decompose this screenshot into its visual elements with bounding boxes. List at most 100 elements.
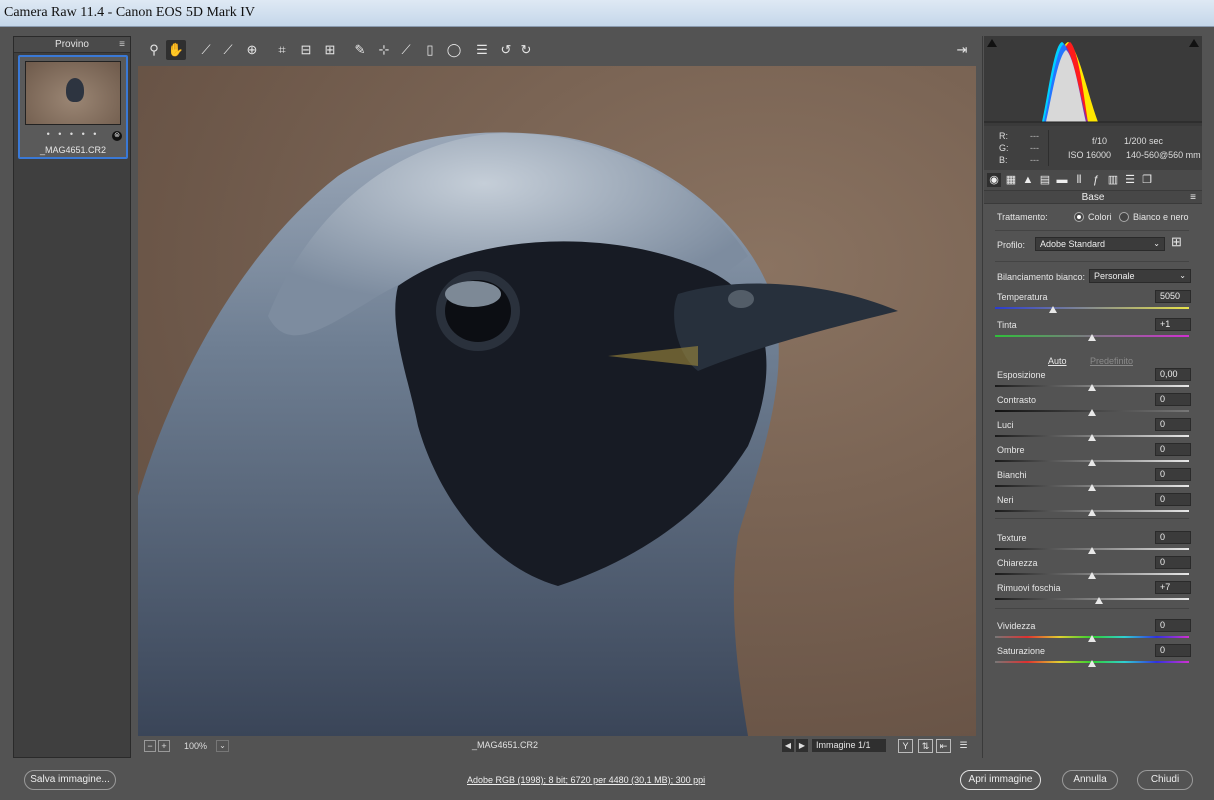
rotate-right-icon[interactable]: ↻ bbox=[516, 40, 536, 60]
copy-settings-icon[interactable]: ⇤ bbox=[936, 739, 951, 753]
thumbnail-image bbox=[25, 61, 121, 125]
close-button[interactable]: Chiudi bbox=[1137, 770, 1193, 790]
tab-effects-icon[interactable]: ƒ bbox=[1089, 173, 1103, 187]
hand-icon[interactable]: ✋ bbox=[166, 40, 186, 60]
slider-value-7[interactable]: 0 bbox=[1155, 493, 1191, 506]
wb-caret-icon: ⌄ bbox=[1179, 271, 1186, 280]
slider-knob-8[interactable] bbox=[1088, 547, 1096, 554]
slider-label-11: Vividezza bbox=[997, 621, 1036, 631]
tab-detail-icon[interactable]: ▲ bbox=[1021, 173, 1035, 187]
slider-knob-4[interactable] bbox=[1088, 434, 1096, 441]
tab-split-toning-icon[interactable]: ▬ bbox=[1055, 173, 1069, 187]
before-after-icon[interactable]: Y bbox=[898, 739, 913, 753]
image-preview[interactable] bbox=[138, 66, 976, 736]
slider-track-10[interactable] bbox=[995, 598, 1189, 600]
presets-list-icon[interactable]: ☰ bbox=[472, 40, 492, 60]
zoom-icon[interactable]: ⚲ bbox=[144, 40, 164, 60]
treatment-bw-label[interactable]: Bianco e nero bbox=[1133, 212, 1189, 222]
slider-value-12[interactable]: 0 bbox=[1155, 644, 1191, 657]
slider-knob-2[interactable] bbox=[1088, 384, 1096, 391]
color-sampler-icon[interactable]: ⟋ bbox=[218, 40, 238, 60]
open-image-button[interactable]: Apri immagine bbox=[960, 770, 1041, 790]
treatment-color-radio[interactable] bbox=[1074, 212, 1084, 222]
slider-label-10: Rimuovi foschia bbox=[997, 583, 1061, 593]
adjustments-panel: R: G: B: --- --- --- f/10 1/200 sec ISO 1… bbox=[982, 36, 1202, 758]
tab-hsl-icon[interactable]: ▤ bbox=[1038, 173, 1052, 187]
radial-filter-icon[interactable]: ◯ bbox=[444, 40, 464, 60]
lens: 140-560@560 mm bbox=[1126, 150, 1201, 160]
straighten-icon[interactable]: ⊟ bbox=[296, 40, 316, 60]
slider-value-8[interactable]: 0 bbox=[1155, 531, 1191, 544]
tab-snapshots-icon[interactable]: ❐ bbox=[1140, 173, 1154, 187]
slider-knob-3[interactable] bbox=[1088, 409, 1096, 416]
treatment-label: Trattamento: bbox=[997, 212, 1048, 222]
tab-tone-curve-icon[interactable]: ▦ bbox=[1004, 173, 1018, 187]
swap-settings-icon[interactable]: ⇅ bbox=[918, 739, 933, 753]
prev-image-icon[interactable]: ◀ bbox=[782, 739, 794, 752]
slider-value-10[interactable]: +7 bbox=[1155, 581, 1191, 594]
histogram bbox=[984, 36, 1202, 126]
zoom-out-icon[interactable]: − bbox=[144, 740, 156, 752]
section-menu-icon[interactable]: ≡ bbox=[1190, 191, 1196, 205]
slider-value-2[interactable]: 0,00 bbox=[1155, 368, 1191, 381]
cancel-button[interactable]: Annulla bbox=[1062, 770, 1118, 790]
slider-value-3[interactable]: 0 bbox=[1155, 393, 1191, 406]
profile-select[interactable]: Adobe Standard ⌄ bbox=[1035, 237, 1165, 251]
filmstrip-thumbnail[interactable]: • • • • • ⊜ _MAG4651.CR2 bbox=[18, 55, 128, 159]
export-icon[interactable]: ⇥ bbox=[952, 40, 972, 60]
profile-browser-icon[interactable]: ⊞ bbox=[1171, 235, 1182, 249]
tab-lens-icon[interactable]: ⦀ bbox=[1072, 173, 1086, 187]
graduated-filter-icon[interactable]: ▯ bbox=[420, 40, 440, 60]
rating-stars[interactable]: • • • • • bbox=[20, 129, 126, 139]
auto-link[interactable]: Auto bbox=[1048, 356, 1067, 366]
slider-knob-10[interactable] bbox=[1094, 597, 1103, 604]
tab-basic-icon[interactable]: ◉ bbox=[987, 173, 1001, 187]
wb-select[interactable]: Personale ⌄ bbox=[1089, 269, 1191, 283]
slider-label-1: Tinta bbox=[997, 320, 1017, 330]
slider-value-6[interactable]: 0 bbox=[1155, 468, 1191, 481]
tab-calibration-icon[interactable]: ▥ bbox=[1106, 173, 1120, 187]
tab-presets-icon[interactable]: ☰ bbox=[1123, 173, 1137, 187]
save-image-button[interactable]: Salva immagine... bbox=[24, 770, 116, 790]
slider-value-4[interactable]: 0 bbox=[1155, 418, 1191, 431]
zoom-in-icon[interactable]: + bbox=[158, 740, 170, 752]
zoom-dropdown-icon[interactable]: ⌄ bbox=[216, 740, 229, 752]
slider-value-1[interactable]: +1 bbox=[1155, 318, 1191, 331]
crop-icon[interactable]: ⌗ bbox=[272, 40, 292, 60]
spot-removal-icon[interactable]: ✎ bbox=[350, 40, 370, 60]
slider-knob-12[interactable] bbox=[1088, 660, 1096, 667]
treatment-bw-radio[interactable] bbox=[1119, 212, 1129, 222]
slider-knob-0[interactable] bbox=[1049, 306, 1058, 313]
slider-track-0[interactable] bbox=[995, 307, 1189, 309]
slider-knob-1[interactable] bbox=[1088, 334, 1096, 341]
target-adjust-icon[interactable]: ⊕ bbox=[242, 40, 262, 60]
next-image-icon[interactable]: ▶ bbox=[796, 739, 808, 752]
slider-value-11[interactable]: 0 bbox=[1155, 619, 1191, 632]
shutter: 1/200 sec bbox=[1124, 136, 1164, 146]
default-link[interactable]: Predefinito bbox=[1090, 356, 1133, 366]
slider-knob-5[interactable] bbox=[1088, 459, 1096, 466]
highlight-clip-icon[interactable] bbox=[1189, 39, 1199, 47]
slider-knob-9[interactable] bbox=[1088, 572, 1096, 579]
aperture: f/10 bbox=[1092, 136, 1108, 146]
panel-tabs: ◉ ▦ ▲ ▤ ▬ ⦀ ƒ ▥ ☰ ❐ bbox=[984, 170, 1202, 190]
status-filename: _MAG4651.CR2 bbox=[472, 740, 539, 750]
slider-value-5[interactable]: 0 bbox=[1155, 443, 1191, 456]
filmstrip-menu-icon[interactable]: ≡ bbox=[119, 37, 125, 53]
rotate-left-icon[interactable]: ↺ bbox=[496, 40, 516, 60]
shadow-clip-icon[interactable] bbox=[987, 39, 997, 47]
slider-knob-6[interactable] bbox=[1088, 484, 1096, 491]
red-eye-icon[interactable]: ⊹ bbox=[374, 40, 394, 60]
white-balance-icon[interactable]: ⟋ bbox=[196, 40, 216, 60]
slider-label-5: Ombre bbox=[997, 445, 1025, 455]
slider-knob-7[interactable] bbox=[1088, 509, 1096, 516]
toggle-settings-icon[interactable]: ☰ bbox=[956, 739, 971, 753]
transform-icon[interactable]: ⊞ bbox=[320, 40, 340, 60]
title-bar: Camera Raw 11.4 - Canon EOS 5D Mark IV bbox=[0, 0, 1214, 27]
slider-value-0[interactable]: 5050 bbox=[1155, 290, 1191, 303]
workflow-options-link[interactable]: Adobe RGB (1998); 8 bit; 6720 per 4480 (… bbox=[467, 775, 705, 785]
adjustment-brush-icon[interactable]: ⟋ bbox=[396, 40, 416, 60]
slider-value-9[interactable]: 0 bbox=[1155, 556, 1191, 569]
treatment-color-label[interactable]: Colori bbox=[1088, 212, 1112, 222]
slider-knob-11[interactable] bbox=[1088, 635, 1096, 642]
